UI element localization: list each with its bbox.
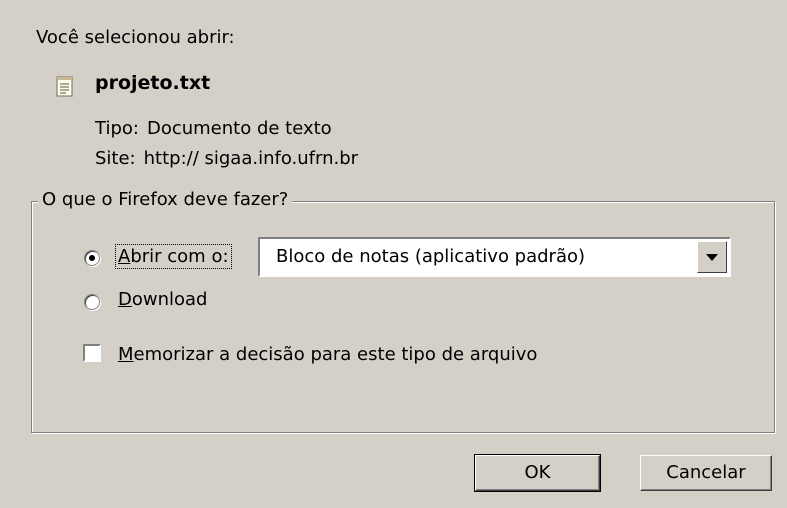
action-groupbox xyxy=(31,201,775,433)
file-site-label: Site: xyxy=(95,148,136,169)
remember-label[interactable]: Memorizar a decisão para este tipo de ar… xyxy=(118,344,537,365)
cancel-button[interactable]: Cancelar xyxy=(640,455,772,491)
chevron-down-icon xyxy=(706,254,718,261)
open-with-label[interactable]: Abrir com o: xyxy=(115,244,232,269)
group-title: O que o Firefox deve fazer? xyxy=(38,189,293,210)
download-label[interactable]: Download xyxy=(118,289,208,310)
ok-button[interactable]: OK xyxy=(474,454,601,492)
open-with-radio[interactable] xyxy=(84,250,100,266)
text-file-icon xyxy=(56,76,73,97)
dropdown-button[interactable] xyxy=(697,241,727,273)
application-select[interactable]: Bloco de notas (aplicativo padrão) xyxy=(258,237,731,277)
download-radio[interactable] xyxy=(84,294,100,310)
remember-checkbox[interactable] xyxy=(83,344,101,362)
file-type-label: Tipo: xyxy=(95,118,139,139)
file-site-row: Site: http:// sigaa.info.ufrn.br xyxy=(95,148,358,169)
application-select-value: Bloco de notas (aplicativo padrão) xyxy=(276,246,586,267)
file-name: projeto.txt xyxy=(95,72,211,94)
file-type-row: Tipo: Documento de texto xyxy=(95,118,332,139)
intro-text: Você selecionou abrir: xyxy=(36,27,235,48)
file-type-value: Documento de texto xyxy=(146,118,332,139)
file-site-value: http:// sigaa.info.ufrn.br xyxy=(143,148,359,169)
